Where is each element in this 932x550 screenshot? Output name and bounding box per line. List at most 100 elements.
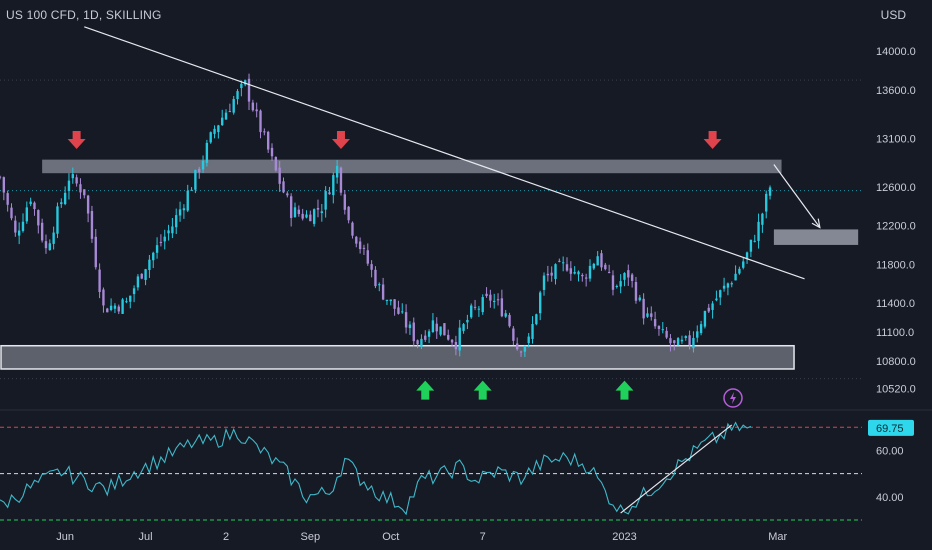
candle-body: [351, 222, 354, 236]
support-zone: [0, 344, 795, 370]
candle-body: [447, 334, 450, 340]
candle-body: [198, 168, 201, 173]
candle-body: [485, 293, 488, 297]
candle-body: [742, 261, 745, 268]
candle-body: [420, 338, 423, 348]
candle-body: [573, 272, 576, 274]
time-tick-label: Jun: [56, 531, 74, 543]
candle-body: [657, 326, 661, 329]
lightning-bolt-glyph: [730, 392, 736, 404]
candle-body: [94, 236, 97, 268]
candle-body: [255, 109, 258, 112]
candle-body: [217, 125, 220, 133]
candle-body: [707, 307, 710, 312]
candle-body: [259, 110, 262, 133]
candle-body: [44, 241, 48, 249]
candle-body: [159, 242, 163, 244]
candle-body: [324, 191, 327, 210]
candle-body: [148, 259, 151, 271]
candle-body: [638, 297, 641, 301]
candle-body: [699, 324, 703, 334]
candle-body: [523, 346, 527, 352]
candle-body: [757, 221, 760, 241]
candle-body: [745, 252, 749, 259]
candle-body: [630, 274, 634, 281]
candle-body: [512, 328, 515, 341]
candle-body: [136, 276, 140, 288]
candle-body: [0, 176, 2, 178]
candle-body: [408, 324, 412, 329]
candle-body: [470, 305, 473, 318]
descending-trendline: [84, 26, 805, 280]
candle-body: [117, 306, 120, 312]
candle-body: [263, 131, 266, 133]
candle-body: [278, 167, 281, 184]
candle-body: [427, 331, 431, 337]
candle-body: [527, 336, 530, 344]
candle-body: [293, 207, 297, 218]
candle-body: [711, 303, 714, 310]
candle-body: [519, 351, 523, 353]
candle-body: [339, 167, 343, 193]
candle-body: [355, 236, 358, 244]
candle-body: [385, 299, 389, 302]
candle-body: [33, 202, 36, 210]
candle-body: [381, 284, 385, 300]
candle-body: [554, 264, 557, 279]
candle-body: [98, 269, 101, 293]
candle-body: [83, 189, 86, 196]
candle-body: [186, 190, 189, 211]
candle-body: [722, 285, 726, 289]
candle-body: [538, 292, 542, 314]
candle-body: [362, 247, 366, 249]
candle-body: [71, 174, 74, 179]
candle-body: [431, 320, 435, 333]
candle-body: [473, 306, 477, 308]
candle-body: [642, 298, 645, 319]
sell-arrow-icon: [67, 130, 86, 149]
candle-body: [90, 211, 94, 239]
candle-body: [17, 230, 21, 236]
candle-body: [67, 180, 71, 192]
time-tick-label: Jul: [139, 531, 153, 543]
candle-body: [140, 273, 143, 279]
candle-body: [500, 298, 504, 317]
price-tick-label: 12600.0: [876, 182, 916, 194]
price-tick-label: 11800.0: [876, 259, 915, 271]
candle-body: [600, 253, 603, 268]
candle-body: [347, 206, 350, 221]
candle-body: [477, 308, 481, 310]
candle-body: [726, 283, 730, 288]
candle-body: [374, 269, 377, 287]
candle-body: [546, 273, 550, 276]
candle-body: [665, 330, 668, 338]
candle-body: [312, 209, 316, 224]
price-tick-label: 11100.0: [876, 327, 914, 339]
price-tick-label: 10520.0: [876, 383, 916, 395]
candle-body: [155, 245, 159, 253]
candle-body: [450, 339, 454, 343]
candle-body: [132, 288, 136, 295]
candle-body: [653, 319, 657, 327]
candle-body: [607, 271, 611, 273]
candle-body: [604, 264, 607, 270]
candle-body: [79, 184, 82, 193]
candle-body: [753, 240, 756, 242]
time-tick-label: Oct: [382, 531, 399, 543]
candle-body: [228, 111, 232, 113]
candle-body: [504, 313, 507, 317]
candle-body: [232, 98, 235, 113]
candle-body: [194, 169, 197, 190]
candle-body: [10, 207, 13, 219]
price-tick-label: 11400.0: [876, 298, 915, 310]
candle-body: [454, 342, 458, 350]
rsi-trendline: [620, 424, 733, 514]
price-chart[interactable]: 14000.0 13600.0 13100.0 12600.0 12200.0 11800…: [0, 0, 932, 550]
target-zone: [773, 229, 859, 245]
candle-body: [734, 273, 737, 281]
candle-body: [14, 220, 17, 233]
candle-body: [320, 211, 324, 213]
candle-body: [730, 283, 733, 285]
candle-body: [627, 270, 630, 278]
time-tick-label: 7: [480, 531, 486, 543]
